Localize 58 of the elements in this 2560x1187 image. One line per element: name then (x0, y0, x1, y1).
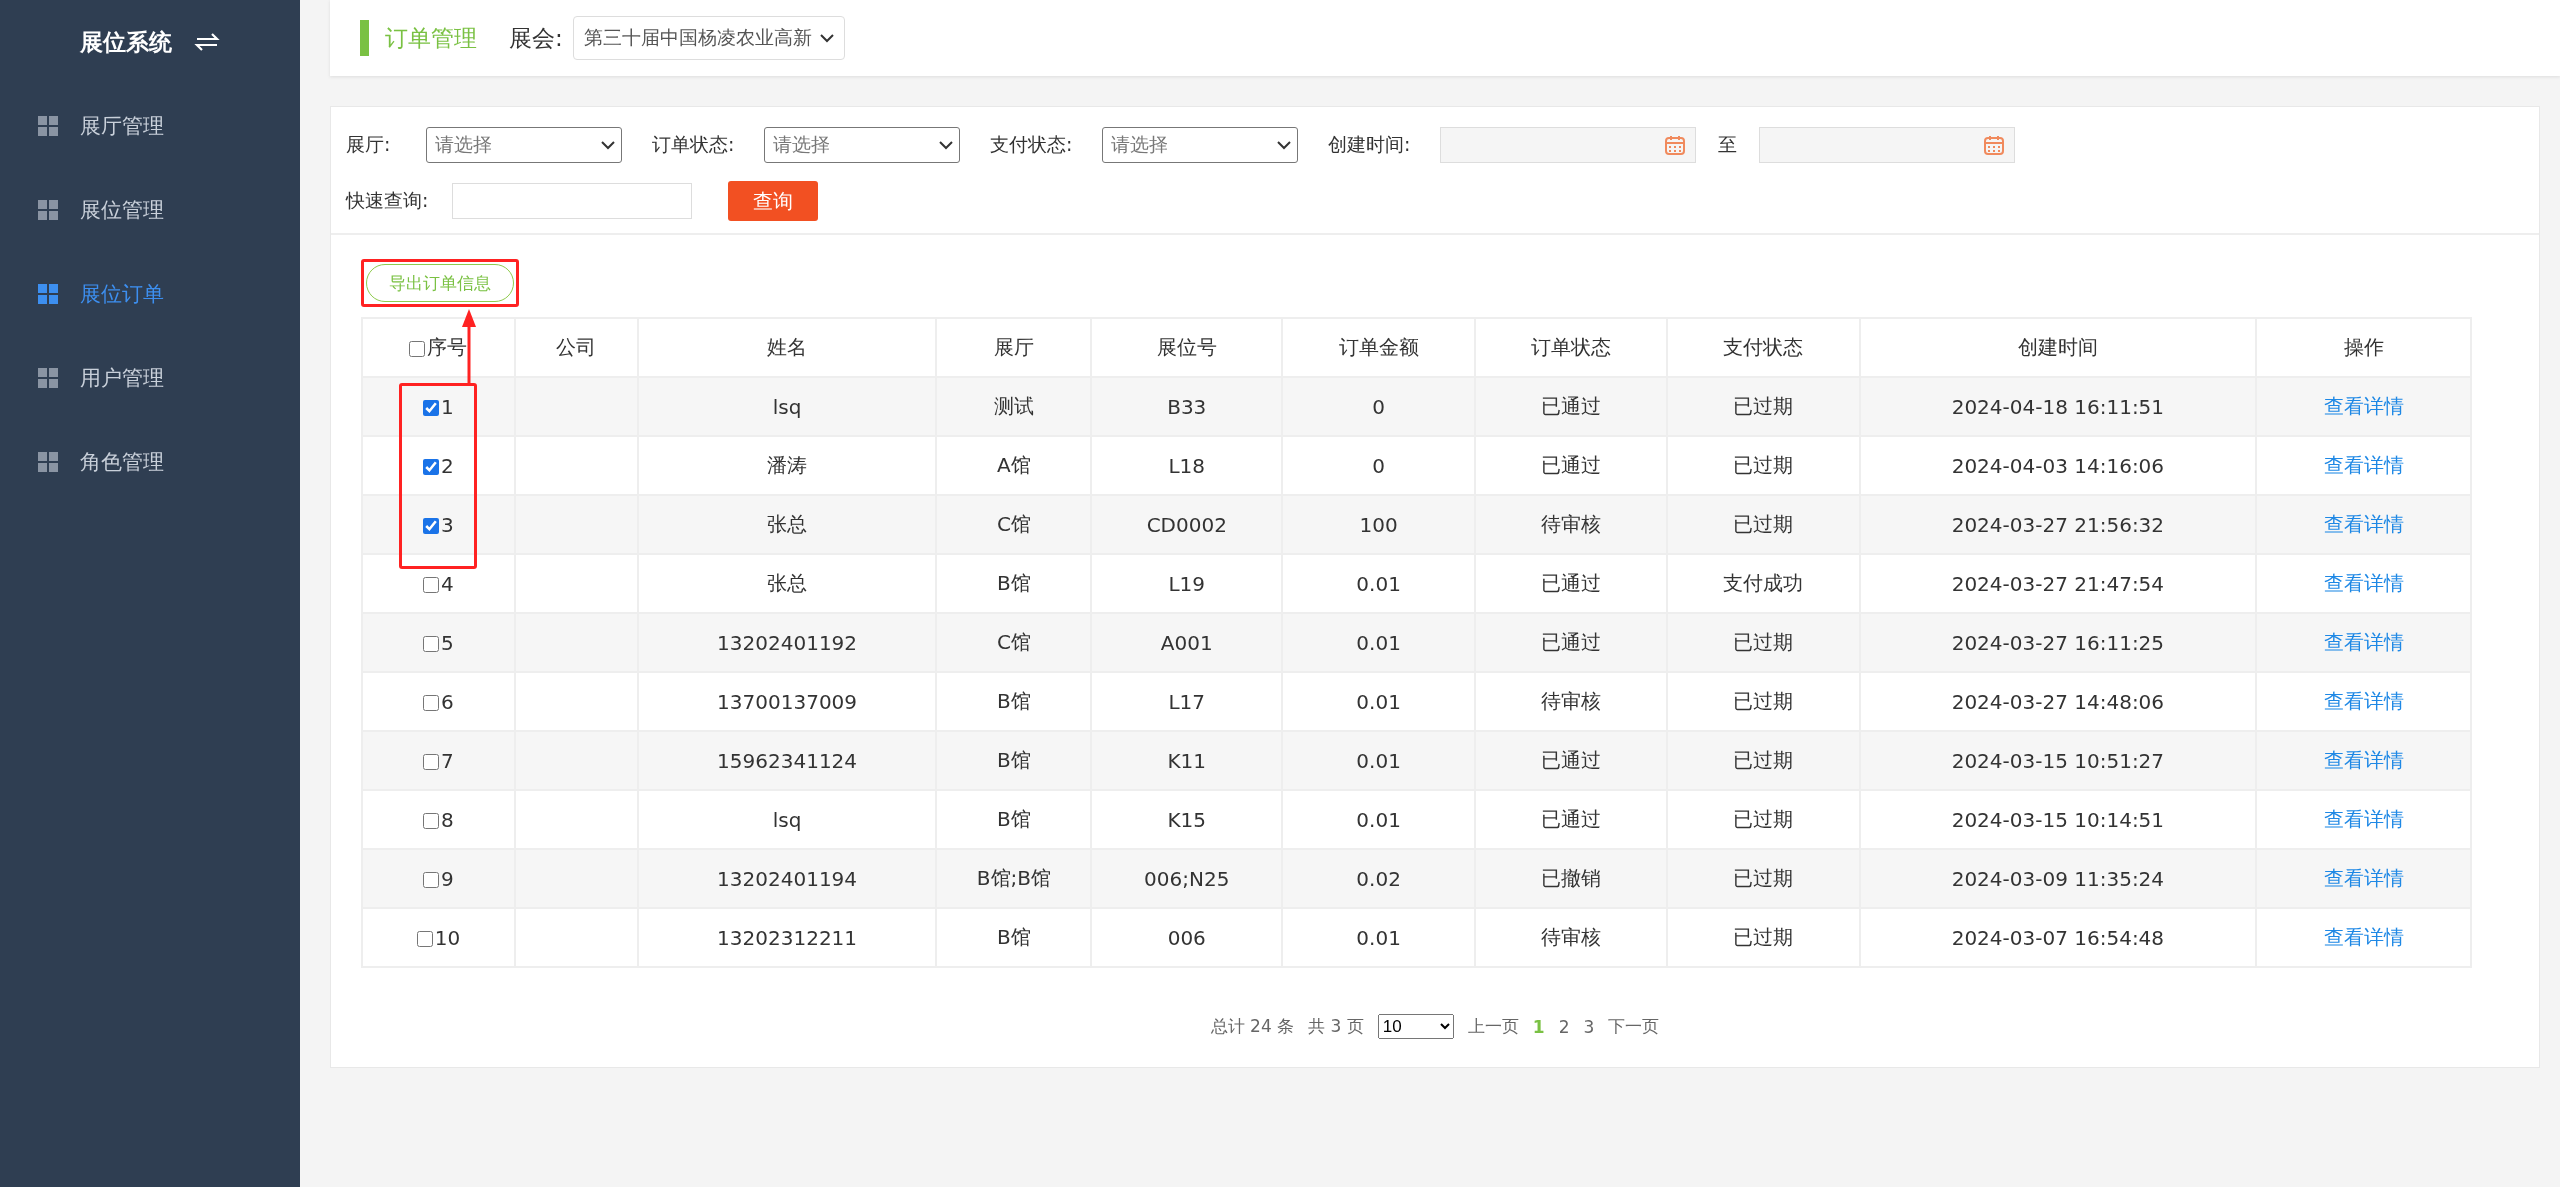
sidebar-item[interactable]: 展位订单 (0, 252, 300, 336)
sidebar-item[interactable]: 角色管理 (0, 420, 300, 504)
table-cell: 2024-03-07 16:54:48 (1859, 908, 2257, 967)
next-page-link[interactable]: 下一页 (1608, 1015, 1660, 1038)
detail-link[interactable]: 查看详情 (2323, 630, 2404, 654)
detail-link[interactable]: 查看详情 (2323, 394, 2404, 418)
filter-label: 快速查询: (346, 188, 430, 213)
table-cell: 8 (362, 790, 515, 849)
page-size-select[interactable]: 10 (1377, 1014, 1454, 1039)
filter-select[interactable]: 请选择 (764, 127, 960, 163)
table-cell: 9 (362, 849, 515, 908)
table-cell: 3 (362, 495, 515, 554)
detail-link[interactable]: 查看详情 (2323, 453, 2404, 477)
table-cell: 4 (362, 554, 515, 613)
table-cell: 13202312211 (637, 908, 937, 967)
table-cell: B馆 (936, 908, 1092, 967)
table-cell: 6 (362, 672, 515, 731)
page-link[interactable]: 1 (1532, 1016, 1545, 1037)
column-header: 创建时间 (1859, 318, 2257, 377)
detail-link[interactable]: 查看详情 (2323, 571, 2404, 595)
filter-select[interactable]: 请选择 (426, 127, 622, 163)
table-cell: 已过期 (1666, 908, 1860, 967)
page-link[interactable]: 3 (1583, 1016, 1595, 1037)
table-cell: 5 (362, 613, 515, 672)
detail-link[interactable]: 查看详情 (2323, 748, 2404, 772)
page-link[interactable]: 2 (1558, 1016, 1570, 1037)
table-cell: 0.01 (1282, 908, 1475, 967)
search-button[interactable]: 查询 (728, 181, 818, 221)
filter-label: 支付状态: (990, 132, 1074, 157)
page-title: 订单管理 (385, 23, 477, 53)
table-cell: 待审核 (1475, 908, 1667, 967)
filter-label: 创建时间: (1328, 132, 1412, 157)
expo-select[interactable]: 第三十届中国杨凌农业高新 (572, 16, 845, 60)
prev-page-link[interactable]: 上一页 (1467, 1015, 1519, 1038)
table-cell: 006 (1091, 908, 1283, 967)
column-header: 序号 (362, 318, 515, 377)
filter-select[interactable]: 请选择 (1102, 127, 1298, 163)
detail-link[interactable]: 查看详情 (2323, 512, 2404, 536)
detail-link[interactable]: 查看详情 (2323, 866, 2404, 890)
table-cell: 7 (362, 731, 515, 790)
app-title: 展位系统 (80, 27, 172, 57)
detail-link[interactable]: 查看详情 (2323, 689, 2404, 713)
table-cell: 1 (362, 377, 515, 436)
total-count: 总计 24 条 (1210, 1015, 1295, 1038)
export-button[interactable]: 导出订单信息 (366, 264, 514, 302)
filter-label: 订单状态: (652, 132, 736, 157)
sidebar-item[interactable]: 用户管理 (0, 336, 300, 420)
detail-link[interactable]: 查看详情 (2323, 807, 2404, 831)
column-header: 姓名 (637, 318, 937, 377)
table-cell: 10 (362, 908, 515, 967)
filter-label: 展厅: (346, 132, 392, 157)
table-cell: 2 (362, 436, 515, 495)
expo-label: 展会: (509, 23, 563, 53)
range-separator: 至 (1718, 132, 1737, 157)
sidebar-item[interactable]: 展位管理 (0, 168, 300, 252)
detail-link[interactable]: 查看详情 (2323, 925, 2404, 949)
sidebar-item[interactable]: 展厅管理 (0, 84, 300, 168)
page-count: 共 3 页 (1308, 1015, 1364, 1038)
